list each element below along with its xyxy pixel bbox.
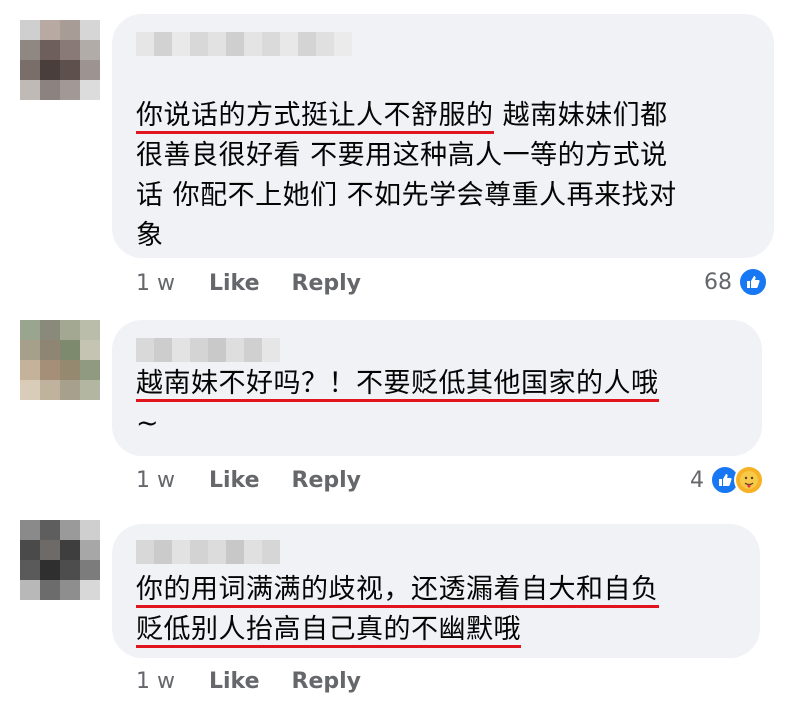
comment-1: 你说话的方式挺让人不舒服的 越南妹妹们都 很善良很好看 不要用这种高人一等的方式…	[0, 0, 800, 300]
timestamp[interactable]: 1 w	[136, 669, 175, 694]
text-segment: 象	[136, 220, 164, 251]
like-icon	[738, 267, 768, 297]
comment-actions: 1 w Like Reply	[136, 268, 393, 298]
blurred-author-name[interactable]	[136, 338, 280, 362]
underlined-text: 越南妹不好吗？！不要贬低其他国家的人哦	[136, 368, 659, 402]
comment-actions: 1 w Like Reply	[136, 666, 393, 696]
avatar[interactable]	[20, 520, 100, 600]
underlined-text: 你的用词满满的歧视，还透漏着自大和自负	[136, 574, 659, 608]
underlined-text: 你说话的方式挺让人不舒服的	[136, 100, 494, 134]
reply-button[interactable]: Reply	[292, 468, 362, 493]
care-icon	[734, 465, 764, 495]
comment-bubble: 越南妹不好吗？！不要贬低其他国家的人哦 ~	[112, 320, 762, 456]
like-button[interactable]: Like	[209, 468, 260, 493]
like-button[interactable]: Like	[209, 669, 260, 694]
comment-text: 越南妹不好吗？！不要贬低其他国家的人哦 ~	[136, 364, 659, 444]
timestamp[interactable]: 1 w	[136, 271, 175, 296]
avatar[interactable]	[20, 20, 100, 100]
text-segment: 越南妹妹们都	[493, 100, 668, 131]
blurred-author-name[interactable]	[136, 540, 280, 564]
reactions-summary[interactable]: 4	[690, 464, 764, 496]
reaction-count: 4	[690, 467, 704, 493]
timestamp[interactable]: 1 w	[136, 468, 175, 493]
text-segment: 话 你配不上她们 不如先学会尊重人再来找对	[136, 180, 677, 211]
comment-bubble: 你说话的方式挺让人不舒服的 越南妹妹们都 很善良很好看 不要用这种高人一等的方式…	[112, 14, 774, 258]
comment-3: 你的用词满满的歧视，还透漏着自大和自负 贬低别人抬高自己真的不幽默哦 1 w L…	[0, 500, 800, 708]
underlined-text: 贬低别人抬高自己真的不幽默哦	[136, 614, 521, 648]
reactions-summary[interactable]: 68	[704, 266, 768, 298]
comment-text: 你说话的方式挺让人不舒服的 越南妹妹们都 很善良很好看 不要用这种高人一等的方式…	[136, 96, 677, 256]
text-segment: ~	[136, 408, 160, 439]
comment-text: 你的用词满满的歧视，还透漏着自大和自负 贬低别人抬高自己真的不幽默哦	[136, 570, 659, 650]
comment-actions: 1 w Like Reply	[136, 465, 393, 495]
reply-button[interactable]: Reply	[292, 669, 362, 694]
comment-2: 越南妹不好吗？！不要贬低其他国家的人哦 ~ 1 w Like Reply 4	[0, 300, 800, 500]
comment-bubble: 你的用词满满的歧视，还透漏着自大和自负 贬低别人抬高自己真的不幽默哦	[112, 524, 760, 658]
text-segment: 很善良很好看 不要用这种高人一等的方式说	[136, 140, 668, 171]
reaction-count: 68	[704, 269, 732, 295]
blurred-author-name[interactable]	[136, 32, 352, 56]
avatar[interactable]	[20, 320, 100, 400]
reply-button[interactable]: Reply	[292, 271, 362, 296]
like-button[interactable]: Like	[209, 271, 260, 296]
